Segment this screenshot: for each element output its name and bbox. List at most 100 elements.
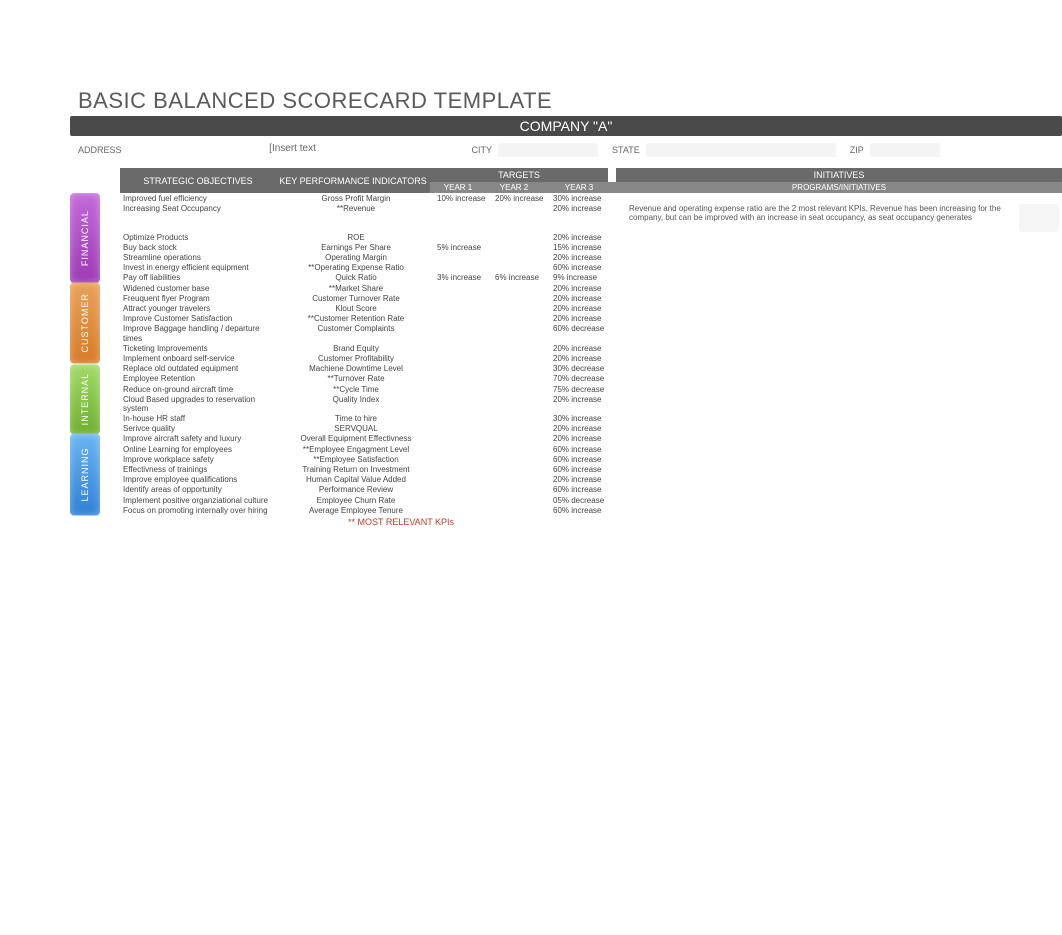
cell-kpi: **Market Share bbox=[278, 284, 434, 293]
cell-objective: Employee Retention bbox=[120, 374, 278, 383]
cell-objective: Increasing Seat Occupancy bbox=[120, 204, 278, 213]
cell-kpi: Earnings Per Share bbox=[278, 243, 434, 252]
cell-year3: 20% increase bbox=[550, 284, 626, 293]
company-bar: COMPANY "A" bbox=[70, 116, 1062, 136]
zip-field[interactable] bbox=[870, 143, 940, 157]
cell-kpi: Overall Equipment Effectivness bbox=[278, 434, 434, 443]
cell-kpi: ROE bbox=[278, 233, 434, 242]
category-tab-internal: INTERNAL bbox=[70, 364, 100, 434]
cell-year3: 20% increase bbox=[550, 344, 626, 353]
cell-kpi: Average Employee Tenure bbox=[278, 506, 434, 515]
table-row: Improved fuel efficiencyGross Profit Mar… bbox=[120, 193, 1062, 203]
cell-kpi: Employee Churn Rate bbox=[278, 496, 434, 505]
cell-year3: 20% increase bbox=[550, 253, 626, 262]
table-row: Improve employee qualificationsHuman Cap… bbox=[120, 475, 1062, 485]
state-field[interactable] bbox=[646, 143, 836, 157]
table-row: In-house HR staffTime to hire30% increas… bbox=[120, 414, 1062, 424]
cell-objective: Improve Baggage handling / departure tim… bbox=[120, 324, 278, 342]
cell-year3: 30% increase bbox=[550, 414, 626, 423]
section-financial: FINANCIAL Improved fuel efficiencyGross P… bbox=[70, 193, 1062, 283]
footer-note: ** MOST RELEVANT KPIs bbox=[348, 517, 1062, 527]
cell-objective: Implement onboard self-service bbox=[120, 354, 278, 363]
cell-kpi: Customer Profitability bbox=[278, 354, 434, 363]
zip-label: ZIP bbox=[850, 145, 864, 155]
header-kpi: KEY PERFORMANCE INDICATORS bbox=[276, 168, 430, 193]
cell-year2: 20% increase bbox=[492, 194, 550, 203]
cell-kpi: **Revenue bbox=[278, 204, 434, 213]
cell-year3: 20% increase bbox=[550, 434, 626, 443]
cell-kpi: Customer Turnover Rate bbox=[278, 294, 434, 303]
cell-objective: Freuquent flyer Program bbox=[120, 294, 278, 303]
cell-year1: 10% increase bbox=[434, 194, 492, 203]
cell-kpi: **Employee Engagment Level bbox=[278, 445, 434, 454]
table-row: Optimize ProductsROE 20% increase bbox=[120, 232, 1062, 242]
cell-objective: Improve workplace safety bbox=[120, 455, 278, 464]
table-row: Serivce qualitySERVQUAL20% increase bbox=[120, 424, 1062, 434]
cell-kpi: Performance Review bbox=[278, 485, 434, 494]
cell-year3: 30% increase bbox=[550, 194, 626, 203]
cell-objective: Streamline operations bbox=[120, 253, 278, 262]
cell-year3: 60% increase bbox=[550, 455, 626, 464]
address-label: ADDRESS bbox=[78, 145, 122, 155]
cell-objective: Buy back stock bbox=[120, 243, 278, 252]
cell-objective: Optimize Products bbox=[120, 233, 278, 242]
cell-objective: Serivce quality bbox=[120, 424, 278, 433]
table-row: Identify areas of opportunityPerformance… bbox=[120, 485, 1062, 495]
state-label: STATE bbox=[612, 145, 640, 155]
cell-kpi: Machiene Downtime Level bbox=[278, 364, 434, 373]
page-title: BASIC BALANCED SCORECARD TEMPLATE bbox=[78, 88, 552, 114]
header-strategic: STRATEGIC OBJECTIVES bbox=[120, 168, 276, 193]
cell-year3: 20% increase bbox=[550, 304, 626, 313]
cell-objective: Effectivness of trainings bbox=[120, 465, 278, 474]
cell-year3: 20% increase bbox=[550, 475, 626, 484]
cell-kpi: Quality Index bbox=[278, 395, 434, 404]
table-row: Improve aircraft safety and luxuryOveral… bbox=[120, 434, 1062, 444]
cell-year3: 15% increase bbox=[550, 243, 626, 252]
cell-objective: Improve Customer Satisfaction bbox=[120, 314, 278, 323]
cell-year3: 60% decrease bbox=[550, 324, 626, 333]
cell-year1: 5% increase bbox=[434, 243, 492, 252]
cell-objective: Cloud Based upgrades to reservation syst… bbox=[120, 395, 278, 413]
cell-year3: 70% decrease bbox=[550, 374, 626, 383]
category-tab-financial: FINANCIAL bbox=[70, 193, 100, 283]
header-year2: YEAR 2 bbox=[486, 182, 542, 193]
cell-kpi: **Employee Satisfaction bbox=[278, 455, 434, 464]
table-row: Invest in energy efficient equipment**Op… bbox=[120, 263, 1062, 273]
cell-objective: Improve aircraft safety and luxury bbox=[120, 434, 278, 443]
header-programs: PROGRAMS/INITIATIVES bbox=[616, 182, 1062, 193]
table-row: Improve workplace safety**Employee Satis… bbox=[120, 454, 1062, 464]
cell-year2: 6% increase bbox=[492, 273, 550, 282]
category-tab-learning: LEARNING bbox=[70, 434, 100, 516]
cell-year3: 9% increase bbox=[550, 273, 626, 282]
cell-year3: 60% increase bbox=[550, 263, 626, 272]
table-row: Employee Retention**Turnover Rate70% dec… bbox=[120, 374, 1062, 384]
cell-year3: 20% increase bbox=[550, 204, 626, 213]
table-row: Cloud Based upgrades to reservation syst… bbox=[120, 394, 1062, 413]
cell-year3: 20% increase bbox=[550, 424, 626, 433]
cell-kpi: Klout Score bbox=[278, 304, 434, 313]
table-row: Improve Customer Satisfaction**Customer … bbox=[120, 314, 1062, 324]
table-row: Implement positive organziational cultur… bbox=[120, 495, 1062, 505]
cell-objective: Identify areas of opportunity bbox=[120, 485, 278, 494]
cell-year3: 20% increase bbox=[550, 233, 626, 242]
cell-kpi: Gross Profit Margin bbox=[278, 194, 434, 203]
cell-kpi: **Operating Expense Ratio bbox=[278, 263, 434, 272]
category-tab-customer: CUSTOMER bbox=[70, 283, 100, 364]
header-initiatives: INITIATIVES bbox=[616, 168, 1062, 182]
cell-kpi: Customer Complaints bbox=[278, 324, 434, 333]
city-field[interactable] bbox=[498, 143, 598, 157]
cell-kpi: Operating Margin bbox=[278, 253, 434, 262]
cell-year3: 20% increase bbox=[550, 395, 626, 404]
table-row: Reduce on-ground aircraft time**Cycle Ti… bbox=[120, 384, 1062, 394]
cell-objective: Online Learning for employees bbox=[120, 445, 278, 454]
address-field[interactable]: [Insert text bbox=[128, 143, 458, 157]
table-row: Improve Baggage handling / departure tim… bbox=[120, 324, 1062, 343]
cell-year1: 3% increase bbox=[434, 273, 492, 282]
cell-kpi: Human Capital Value Added bbox=[278, 475, 434, 484]
cell-objective: Reduce on-ground aircraft time bbox=[120, 385, 278, 394]
table-row: Implement onboard self-serviceCustomer P… bbox=[120, 353, 1062, 363]
table-row: Focus on promoting internally over hirin… bbox=[120, 505, 1062, 515]
address-row: ADDRESS [Insert text CITY STATE ZIP bbox=[78, 143, 1062, 157]
table-row: Attract younger travelersKlout Score20% … bbox=[120, 304, 1062, 314]
table-row: Ticketing ImprovementsBrand Equity20% in… bbox=[120, 343, 1062, 353]
